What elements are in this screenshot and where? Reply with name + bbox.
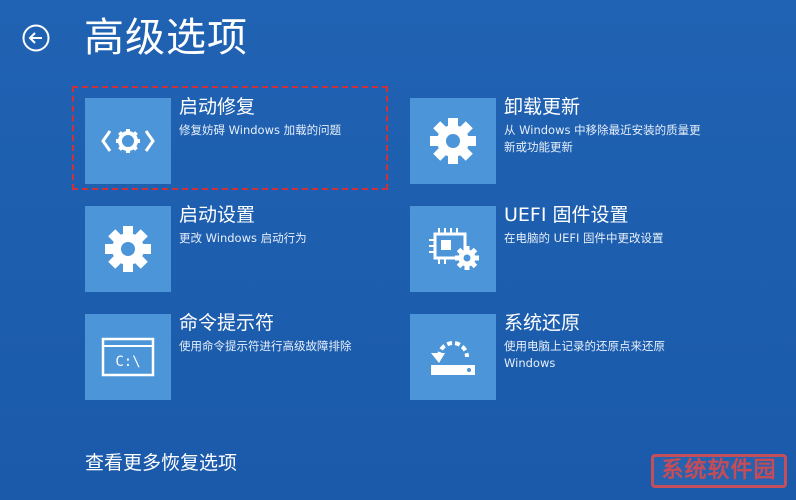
back-button[interactable]	[22, 24, 50, 52]
option-system-restore[interactable]: 系统还原 使用电脑上记录的还原点来还原 Windows	[410, 312, 720, 400]
command-prompt-icon-text: C:\	[115, 354, 140, 370]
option-description: 使用命令提示符进行高级故障排除	[179, 339, 352, 353]
option-title: 启动修复	[179, 96, 256, 118]
option-uefi-firmware-settings[interactable]: UEFI 固件设置 在电脑的 UEFI 固件中更改设置	[410, 204, 720, 292]
option-description: 从 Windows 中移除最近安装的质量更新或功能更新	[504, 123, 701, 154]
option-startup-repair[interactable]: 启动修复 修复妨碍 Windows 加载的问题	[85, 96, 395, 184]
option-description: 更改 Windows 启动行为	[179, 231, 307, 245]
option-startup-settings[interactable]: 启动设置 更改 Windows 启动行为	[85, 204, 395, 292]
gear-icon	[105, 226, 151, 272]
advanced-options-screen: 高级选项 启动修复 修复妨碍 Windows 加载的问题 卸载更新 从 Wind…	[0, 0, 796, 500]
option-description: 在电脑的 UEFI 固件中更改设置	[504, 231, 664, 245]
startup-repair-icon	[101, 129, 155, 153]
option-tile	[410, 98, 496, 184]
option-description: 使用电脑上记录的还原点来还原 Windows	[504, 339, 665, 370]
option-title: UEFI 固件设置	[504, 204, 629, 226]
watermark-logo: 系统软件园	[651, 454, 787, 488]
more-recovery-options-link[interactable]: 查看更多恢复选项	[85, 449, 237, 477]
option-tile	[410, 314, 496, 400]
back-arrow-icon	[22, 24, 50, 52]
option-title: 启动设置	[179, 204, 256, 226]
page-title: 高级选项	[84, 15, 248, 61]
system-restore-icon	[431, 341, 475, 375]
option-uninstall-updates[interactable]: 卸载更新 从 Windows 中移除最近安装的质量更新或功能更新	[410, 96, 720, 184]
firmware-chip-gear-icon	[429, 228, 479, 270]
option-description: 修复妨碍 Windows 加载的问题	[179, 123, 342, 137]
option-tile	[85, 206, 171, 292]
command-prompt-icon: C:\	[101, 337, 155, 377]
gear-icon	[430, 118, 476, 164]
option-title: 命令提示符	[179, 312, 275, 334]
option-tile	[85, 98, 171, 184]
option-tile: C:\	[85, 314, 171, 400]
option-tile	[410, 206, 496, 292]
option-title: 卸载更新	[504, 96, 581, 118]
option-command-prompt[interactable]: C:\ 命令提示符 使用命令提示符进行高级故障排除	[85, 312, 395, 400]
option-title: 系统还原	[504, 312, 581, 334]
